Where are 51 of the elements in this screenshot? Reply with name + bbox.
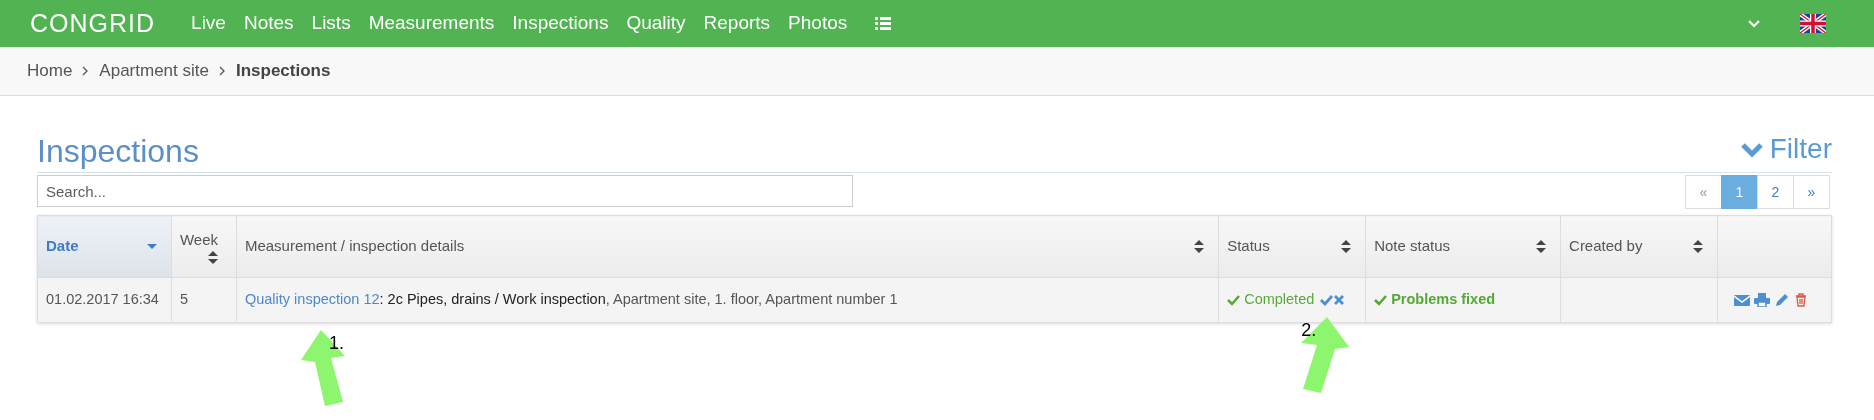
trash-icon[interactable] [1793,292,1808,308]
chevron-icon [218,66,226,76]
nav-link[interactable]: Inspections [512,9,609,38]
inspection-details: Quality inspection 12: 2c Pipes, drains / Work inspection, Apartment site, 1. floor, Apartment number 1 [244,291,898,308]
annotation-label: 1. [328,332,344,355]
sort-icon[interactable] [1692,240,1703,253]
check-icon [1374,294,1388,306]
nav-link[interactable]: Lists [311,9,351,38]
sort-icon[interactable] [1536,240,1547,253]
chevron-icon [1739,140,1764,158]
sort-icon[interactable] [1341,240,1352,253]
nav-link[interactable]: Reports [703,9,771,38]
column-header[interactable]: Note status [1365,215,1561,278]
nav-link[interactable]: Photos [788,9,848,38]
column-header[interactable]: Created by [1560,215,1718,278]
nav-link[interactable]: Measurements [368,9,495,38]
flag-icon[interactable] [1800,14,1826,33]
sort-icon[interactable] [207,251,218,265]
status-text: Completed [1244,290,1315,310]
column-header[interactable]: Week [171,215,237,278]
sort-icon[interactable] [1194,240,1205,253]
caret-icon[interactable] [1748,19,1760,28]
table-cell: 5 [171,277,237,323]
column-header[interactable]: Measurement / inspection details [236,215,1219,278]
column-header[interactable]: Date [37,215,172,278]
page-link[interactable]: 1 [1721,175,1758,209]
column-header[interactable]: Status [1218,215,1366,278]
chevron-icon [82,66,90,76]
table-cell: 01.02.2017 16:34 [37,277,172,323]
filter-toggle[interactable]: Filter [1739,128,1832,170]
page-link[interactable]: « [1685,175,1722,209]
nav-link[interactable]: Quality [626,9,686,38]
printer-icon[interactable] [1753,293,1770,307]
page-link[interactable]: 2 [1757,175,1794,209]
nav-link[interactable]: Notes [243,9,294,38]
check-icon [1227,294,1241,306]
breadcrumb-link[interactable]: Home [27,58,73,84]
nav-link[interactable]: Live [191,9,226,38]
page-title: Inspections [37,131,199,170]
page-link[interactable]: » [1793,175,1830,209]
logo[interactable]: CONGRID [30,4,156,43]
mail-icon[interactable] [1733,293,1750,307]
pencil-icon[interactable] [1773,292,1790,308]
search-field[interactable]: Search... [37,175,853,207]
list-icon[interactable] [875,16,892,31]
close-icon[interactable] [1333,294,1346,306]
annotation-label: 2. [1301,319,1317,342]
inspection-link[interactable]: Quality inspection 12 [244,291,380,308]
note-status-text: Problems fixed [1391,290,1496,310]
breadcrumb-link[interactable]: Apartment site [99,58,209,84]
approve-icon[interactable] [1320,294,1334,306]
